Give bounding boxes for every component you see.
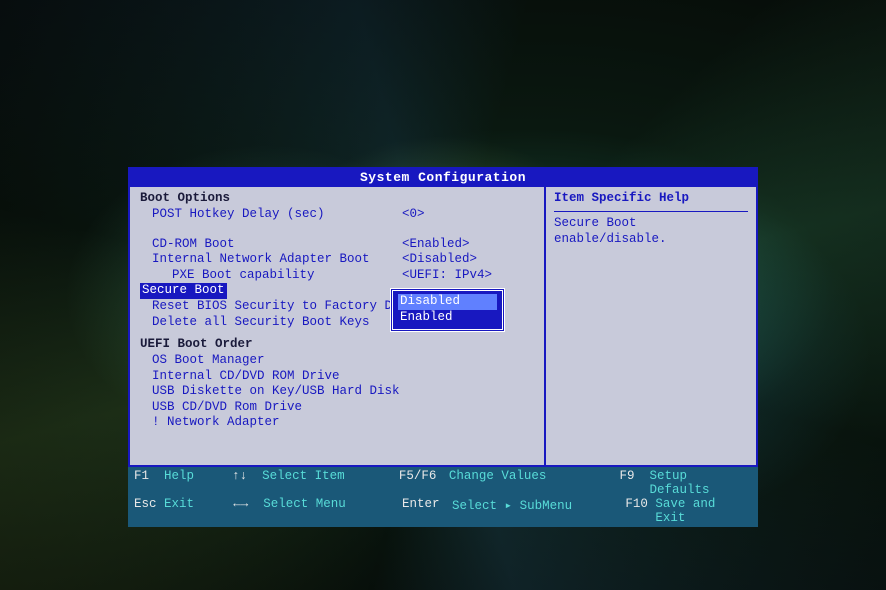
- help-text: Secure Boot enable/disable.: [554, 216, 748, 247]
- uefi-net-row[interactable]: ! Network Adapter: [140, 415, 536, 431]
- uefi-cddvd: Internal CD/DVD ROM Drive: [140, 369, 340, 385]
- uefi-net: ! Network Adapter: [140, 415, 280, 431]
- help-title: Item Specific Help: [554, 191, 748, 207]
- post-hotkey-label: POST Hotkey Delay (sec): [140, 207, 325, 223]
- uefi-usb-cd-row[interactable]: USB CD/DVD Rom Drive: [140, 400, 536, 416]
- net-adapter-label: Internal Network Adapter Boot: [140, 252, 370, 268]
- cdrom-boot-label: CD-ROM Boot: [140, 237, 235, 253]
- uefi-usb-cd: USB CD/DVD Rom Drive: [140, 400, 302, 416]
- help-panel: Item Specific Help Secure Boot enable/di…: [546, 187, 756, 465]
- uefi-usb-disk-row[interactable]: USB Diskette on Key/USB Hard Disk: [140, 384, 536, 400]
- footer-esc: EscExit: [134, 497, 233, 525]
- post-hotkey-delay-row[interactable]: POST Hotkey Delay (sec) <0>: [140, 207, 536, 223]
- title-bar: System Configuration: [130, 169, 756, 187]
- uefi-cddvd-row[interactable]: Internal CD/DVD ROM Drive: [140, 369, 536, 385]
- footer-f9: F9Setup Defaults: [620, 469, 752, 497]
- net-adapter-boot-row[interactable]: Internal Network Adapter Boot <Disabled>: [140, 252, 536, 268]
- cdrom-boot-value: <Enabled>: [402, 237, 470, 253]
- uefi-usb-disk: USB Diskette on Key/USB Hard Disk: [140, 384, 400, 400]
- secure-boot-label: Secure Boot: [140, 283, 227, 299]
- main-area: Boot Options POST Hotkey Delay (sec) <0>…: [130, 187, 756, 465]
- popup-option-enabled[interactable]: Enabled: [398, 310, 497, 326]
- uefi-os-boot: OS Boot Manager: [140, 353, 265, 369]
- help-divider: [554, 211, 748, 212]
- pxe-label: PXE Boot capability: [140, 268, 315, 284]
- boot-options-header: Boot Options: [140, 191, 536, 207]
- footer-leftright: ←→Select Menu: [233, 497, 402, 525]
- footer-updown: ↑↓Select Item: [232, 469, 399, 497]
- footer-enter: EnterSelect ▸ SubMenu: [402, 497, 625, 525]
- pxe-value: <UEFI: IPv4>: [402, 268, 492, 284]
- delete-keys-label: Delete all Security Boot Keys: [140, 315, 370, 331]
- uefi-os-boot-row[interactable]: OS Boot Manager: [140, 353, 536, 369]
- uefi-boot-order-header: UEFI Boot Order: [140, 337, 536, 353]
- footer-f1: F1Help: [134, 469, 232, 497]
- pxe-boot-row[interactable]: PXE Boot capability <UEFI: IPv4>: [140, 268, 536, 284]
- footer-f10: F10Save and Exit: [625, 497, 752, 525]
- footer-f5f6: F5/F6Change Values: [399, 469, 620, 497]
- post-hotkey-value: <0>: [402, 207, 425, 223]
- popup-option-disabled[interactable]: Disabled: [398, 294, 497, 310]
- bios-window: System Configuration Boot Options POST H…: [128, 167, 758, 467]
- net-adapter-value: <Disabled>: [402, 252, 477, 268]
- footer-bar: F1Help ↑↓Select Item F5/F6Change Values …: [128, 467, 758, 527]
- left-panel: Boot Options POST Hotkey Delay (sec) <0>…: [130, 187, 546, 465]
- secure-boot-popup: Disabled Enabled: [390, 288, 505, 331]
- cdrom-boot-row[interactable]: CD-ROM Boot <Enabled>: [140, 237, 536, 253]
